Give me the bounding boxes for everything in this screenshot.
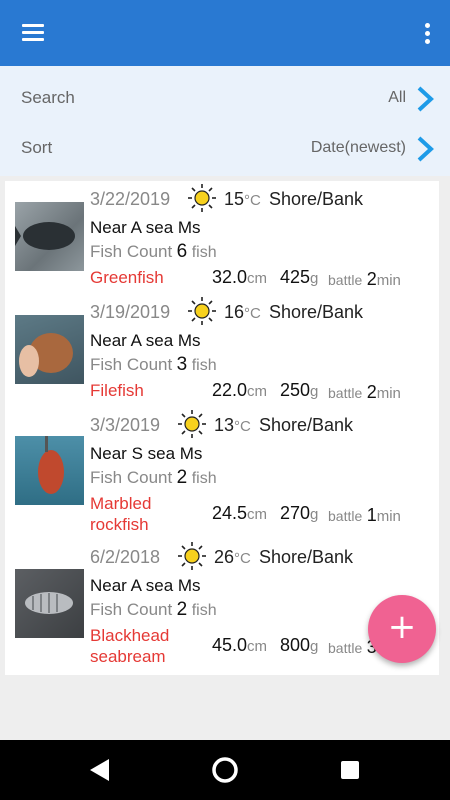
home-icon[interactable] bbox=[205, 752, 245, 788]
fish-length: 32.0cm bbox=[212, 267, 268, 287]
fish-weight: 250g bbox=[280, 380, 319, 400]
sort-label: Sort bbox=[21, 138, 53, 157]
fish-length: 45.0cm bbox=[212, 635, 268, 655]
fish-count: Fish Count 2 fish bbox=[90, 467, 217, 488]
battle-time: battle 2min bbox=[328, 269, 401, 289]
fishing-spot: Shore/Bank bbox=[259, 415, 354, 435]
menu-icon[interactable] bbox=[20, 22, 50, 44]
app-bar bbox=[0, 0, 450, 66]
list-item[interactable]: 3/19/2019 16°C Shore/Bank Near A sea Ms … bbox=[5, 294, 439, 407]
fishing-spot: Shore/Bank bbox=[269, 302, 364, 322]
fish-count: Fish Count 6 fish bbox=[90, 241, 217, 262]
battle-time: battle 2min bbox=[328, 382, 401, 402]
chevron-right-icon bbox=[417, 136, 434, 162]
fish-photo bbox=[15, 315, 84, 384]
fishing-spot: Shore/Bank bbox=[269, 189, 364, 209]
fish-photo bbox=[15, 202, 84, 271]
system-nav-bar bbox=[0, 740, 450, 800]
search-label: Search bbox=[21, 88, 75, 107]
battle-time: battle 1min bbox=[328, 505, 401, 525]
sunny-icon bbox=[178, 542, 206, 570]
fish-photo bbox=[15, 436, 84, 505]
sort-value: Date(newest) bbox=[310, 139, 406, 156]
location: Near S sea Ms bbox=[90, 444, 203, 463]
search-filter-row[interactable]: Search All bbox=[0, 74, 450, 124]
more-vert-icon[interactable] bbox=[418, 20, 436, 46]
list-item[interactable]: 3/22/2019 15°C Shore/Bank Near A sea Ms … bbox=[5, 181, 439, 294]
temperature: 16°C bbox=[224, 302, 261, 322]
fish-length: 22.0cm bbox=[212, 380, 268, 400]
add-icon: + bbox=[387, 607, 417, 647]
filter-panel: Search All Sort Date(newest) bbox=[0, 66, 450, 176]
location: Near A sea Ms bbox=[90, 331, 201, 350]
fish-length: 24.5cm bbox=[212, 503, 268, 523]
temperature: 26°C bbox=[214, 547, 251, 567]
fish-count: Fish Count 2 fish bbox=[90, 599, 217, 620]
catch-date: 3/3/2019 bbox=[90, 415, 161, 435]
add-record-button[interactable]: + bbox=[368, 595, 436, 663]
back-icon[interactable] bbox=[80, 752, 120, 788]
catch-date: 3/19/2019 bbox=[90, 302, 171, 322]
species-name: Filefish bbox=[90, 381, 144, 400]
species-name: Blackhead seabream bbox=[90, 626, 170, 666]
fish-weight: 800g bbox=[280, 635, 319, 655]
temperature: 13°C bbox=[214, 415, 251, 435]
species-name: Greenfish bbox=[90, 268, 164, 287]
sunny-icon bbox=[188, 184, 216, 212]
species-name: Marbled rockfish bbox=[90, 494, 152, 534]
temperature: 15°C bbox=[224, 189, 261, 209]
chevron-right-icon bbox=[417, 86, 434, 112]
search-value: All bbox=[388, 89, 406, 106]
sunny-icon bbox=[188, 297, 216, 325]
location: Near A sea Ms bbox=[90, 218, 201, 237]
catch-list: 3/22/2019 15°C Shore/Bank Near A sea Ms … bbox=[5, 181, 439, 675]
sort-filter-row[interactable]: Sort Date(newest) bbox=[0, 124, 450, 174]
sunny-icon bbox=[178, 410, 206, 438]
catch-date: 3/22/2019 bbox=[90, 189, 171, 209]
fish-count: Fish Count 3 fish bbox=[90, 354, 217, 375]
list-item[interactable]: 3/3/2019 13°C Shore/Bank Near S sea Ms F… bbox=[5, 407, 439, 539]
fishing-spot: Shore/Bank bbox=[259, 547, 354, 567]
fish-photo bbox=[15, 569, 84, 638]
recents-icon[interactable] bbox=[330, 752, 370, 788]
fish-weight: 270g bbox=[280, 503, 319, 523]
fish-weight: 425g bbox=[280, 267, 319, 287]
location: Near A sea Ms bbox=[90, 576, 201, 595]
catch-date: 6/2/2018 bbox=[90, 547, 161, 567]
